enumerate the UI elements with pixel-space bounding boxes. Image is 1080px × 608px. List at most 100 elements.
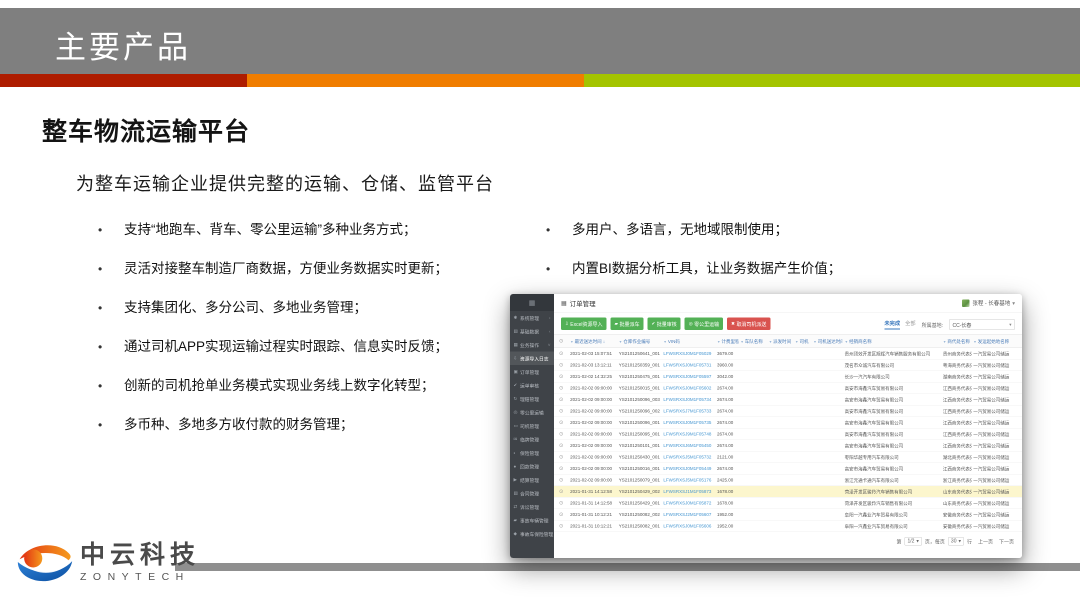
toolbar-button-Excel资源导入[interactable]: ⇩Excel资源导入 xyxy=(561,318,607,331)
cell-VIN码[interactable]: LFWSRXSJ0M1F05602 xyxy=(661,382,715,394)
tab-全部[interactable]: 全部 xyxy=(905,320,916,330)
user-menu[interactable]: 张程 - 长春基地 ▾ xyxy=(962,299,1015,307)
table-row[interactable]: ⊙2021-02-02 09:00:00YS2101250101_001LFWS… xyxy=(554,440,1022,452)
cell-VIN码[interactable]: LFWSRXSJ0M1F05597 xyxy=(661,371,715,383)
cell-仓库作业编号: YS2101250096_003 xyxy=(617,394,662,406)
column-settings-gear-icon[interactable]: ⊙ xyxy=(554,335,568,348)
column-header-仓库作业编号[interactable]: ▼仓库作业编号 xyxy=(617,335,662,348)
table-row[interactable]: ⊙2021-02-02 09:00:00YS2101250096_002LFWS… xyxy=(554,405,1022,417)
sidebar-item-回款管理[interactable]: ●回款管理 xyxy=(510,460,554,474)
cell-车队名称 xyxy=(738,371,766,383)
sidebar-item-诉讼管理[interactable]: ⇄诉讼管理 xyxy=(510,500,554,514)
cell-VIN码[interactable]: LFWSRXSJ0M1F05029 xyxy=(661,348,715,360)
row-gear-icon[interactable]: ⊙ xyxy=(554,371,568,383)
toolbar-button-零公里运输[interactable]: ◎零公里运输 xyxy=(685,318,723,331)
sidebar-item-基础数据[interactable]: ▤基础数据‹ xyxy=(510,325,554,339)
table-row[interactable]: ⊙2021-02-02 09:00:00YS2101250096_003LFWS… xyxy=(554,394,1022,406)
cell-经销商名称: 高安市海鑫汽车贸易有限公司 xyxy=(843,394,941,406)
column-header-派发时间[interactable]: ▼派发时间 xyxy=(767,335,793,348)
column-header-商代处名称[interactable]: ▼商代处名称 xyxy=(941,335,971,348)
toolbar-button-批量审核[interactable]: ✔批量审核 xyxy=(647,318,680,331)
cell-VIN码[interactable]: LFWSRXSJ9M1F05748 xyxy=(661,428,715,440)
cell-VIN码[interactable]: LFWSRXSJ0M1F05734 xyxy=(661,394,715,406)
row-gear-icon[interactable]: ⊙ xyxy=(554,463,568,475)
cell-VIN码[interactable]: LFWSRXSJ6M1F05450 xyxy=(661,440,715,452)
row-gear-icon[interactable]: ⊙ xyxy=(554,497,568,509)
sidebar-item-零公里运输[interactable]: ◎零公里运输 xyxy=(510,406,554,420)
sidebar-item-系统管理[interactable]: ✱系统管理‹ xyxy=(510,311,554,325)
cell-VIN码[interactable]: LFWSRXSJ5M1F05732 xyxy=(661,451,715,463)
row-gear-icon[interactable]: ⊙ xyxy=(554,417,568,429)
row-gear-icon[interactable]: ⊙ xyxy=(554,359,568,371)
table-row[interactable]: ⊙2021-01-31 10:12:21YS2101250082_001LFWS… xyxy=(554,520,1022,532)
column-header-司机[interactable]: ▼司机 xyxy=(793,335,811,348)
column-header-发运起始地名称[interactable]: ▼发运起始地名称 xyxy=(971,335,1022,348)
filter-icon: ▼ xyxy=(943,340,946,344)
table-row[interactable]: ⊙2021-01-31 10:12:21YS2101250082_002LFWS… xyxy=(554,509,1022,521)
row-gear-icon[interactable]: ⊙ xyxy=(554,382,568,394)
row-gear-icon[interactable]: ⊙ xyxy=(554,451,568,463)
column-header-计费里程[interactable]: ▼计费里程 xyxy=(715,335,738,348)
sidebar-item-资源导入日志[interactable]: ⇩资源导入日志 xyxy=(510,352,554,366)
table-row[interactable]: ⊙2021-01-31 14:12:58YS2101250429_002LFWS… xyxy=(554,486,1022,498)
sidebar-item-结算管理[interactable]: ▶结算管理 xyxy=(510,473,554,487)
base-select[interactable]: CC-长春 ▾ xyxy=(949,319,1015,330)
table-row[interactable]: ⊙2021-02-02 09:00:00YS2101250016_001LFWS… xyxy=(554,463,1022,475)
row-gear-icon[interactable]: ⊙ xyxy=(554,405,568,417)
row-gear-icon[interactable]: ⊙ xyxy=(554,348,568,360)
row-gear-icon[interactable]: ⊙ xyxy=(554,440,568,452)
row-gear-icon[interactable]: ⊙ xyxy=(554,394,568,406)
table-row[interactable]: ⊙2021-02-03 13:12:11YS2101250359_001LFWS… xyxy=(554,359,1022,371)
base-select-value: CC-长春 xyxy=(953,321,972,329)
app-screenshot: ▦ ✱系统管理‹▤基础数据‹▦业务操作˅⇩资源导入日志▣订单管理✔运单审核↻理赔… xyxy=(510,294,1022,558)
row-gear-icon[interactable]: ⊙ xyxy=(554,474,568,486)
cell-VIN码[interactable]: LFWSRXSJ0M1F05735 xyxy=(661,417,715,429)
sidebar-item-运单审核[interactable]: ✔运单审核 xyxy=(510,379,554,393)
prev-page-button[interactable]: 上一页 xyxy=(978,538,993,546)
toolbar-button-批量派车[interactable]: ▰批量派车 xyxy=(611,318,644,331)
sidebar-item-临牌管理[interactable]: ✉临牌管理 xyxy=(510,433,554,447)
sidebar-item-订单管理[interactable]: ▣订单管理 xyxy=(510,365,554,379)
sidebar-item-业务操作[interactable]: ▦业务操作˅ xyxy=(510,338,554,352)
table-row[interactable]: ⊙2021-02-03 15:07:51YS2101250641_001LFWS… xyxy=(554,348,1022,360)
table-row[interactable]: ⊙2021-02-02 14:32:25YS2101250475_001LFWS… xyxy=(554,371,1022,383)
row-gear-icon[interactable]: ⊙ xyxy=(554,520,568,532)
sidebar-item-合同管理[interactable]: ▤合同管理 xyxy=(510,487,554,501)
sidebar-item-事故车辆管理[interactable]: ▰事故车辆管理 xyxy=(510,514,554,528)
page-select[interactable]: 1/2 ▾ xyxy=(904,537,921,546)
column-header-VIN码[interactable]: ▼VIN码 xyxy=(661,335,715,348)
sidebar-item-事故车保险管理[interactable]: ◆事故车保险管理 xyxy=(510,527,554,541)
cell-VIN码[interactable]: LFWSRXSJ0M1F05731 xyxy=(661,359,715,371)
cell-VIN码[interactable]: LFWSRXSJ7M1F05733 xyxy=(661,405,715,417)
cell-VIN码[interactable]: LFWSRXSJ0M1F05449 xyxy=(661,463,715,475)
page-size-select[interactable]: 30 ▾ xyxy=(948,537,964,546)
next-page-button[interactable]: 下一页 xyxy=(999,538,1014,546)
cell-VIN码[interactable]: LFWSRXSJ0M1F05872 xyxy=(661,497,715,509)
row-gear-icon[interactable]: ⊙ xyxy=(554,428,568,440)
table-row[interactable]: ⊙2021-02-02 09:00:00YS2101250096_001LFWS… xyxy=(554,417,1022,429)
row-gear-icon[interactable]: ⊙ xyxy=(554,509,568,521)
column-header-车队名称[interactable]: ▼车队名称 xyxy=(738,335,766,348)
table-row[interactable]: ⊙2021-02-02 09:00:00YS2101250015_001LFWS… xyxy=(554,382,1022,394)
row-gear-icon[interactable]: ⊙ xyxy=(554,486,568,498)
tab-未完成[interactable]: 未完成 xyxy=(884,320,900,330)
column-header-经销商名称[interactable]: ▼经销商名称 xyxy=(843,335,941,348)
bullet-dot: • xyxy=(98,378,124,394)
sidebar-item-保险管理[interactable]: ▪保险管理 xyxy=(510,446,554,460)
cell-VIN码[interactable]: LFWSRXSJ5M1F05176 xyxy=(661,474,715,486)
cell-计费里程: 2121.00 xyxy=(715,451,738,463)
cell-VIN码[interactable]: LFWSRXSJ0M1F05606 xyxy=(661,520,715,532)
cell-VIN码[interactable]: LFWSRXSJ1M1F05873 xyxy=(661,486,715,498)
table-row[interactable]: ⊙2021-02-02 09:00:00YS2101250095_001LFWS… xyxy=(554,428,1022,440)
cell-VIN码[interactable]: LFWSRXSJ2M1F05607 xyxy=(661,509,715,521)
table-row[interactable]: ⊙2021-02-02 09:00:00YS2101250430_001LFWS… xyxy=(554,451,1022,463)
table-row[interactable]: ⊙2021-02-02 09:00:00YS2101250079_001LFWS… xyxy=(554,474,1022,486)
sidebar-item-理赔管理[interactable]: ↻理赔管理 xyxy=(510,392,554,406)
table-row[interactable]: ⊙2021-01-31 14:12:58YS2101250429_001LFWS… xyxy=(554,497,1022,509)
toolbar-button-取消司机派送[interactable]: ✖取消司机派送 xyxy=(727,318,770,331)
column-header-司机送达时间[interactable]: ▼司机送达时间 xyxy=(811,335,842,348)
sidebar-item-司机管理[interactable]: ▭司机管理 xyxy=(510,419,554,433)
column-header-最近送达时间 ↓[interactable]: ▼最近送达时间 ↓ xyxy=(568,335,617,348)
cell-司机送达时间 xyxy=(811,348,842,360)
sidebar-item-label: 事故车辆管理 xyxy=(520,517,549,524)
